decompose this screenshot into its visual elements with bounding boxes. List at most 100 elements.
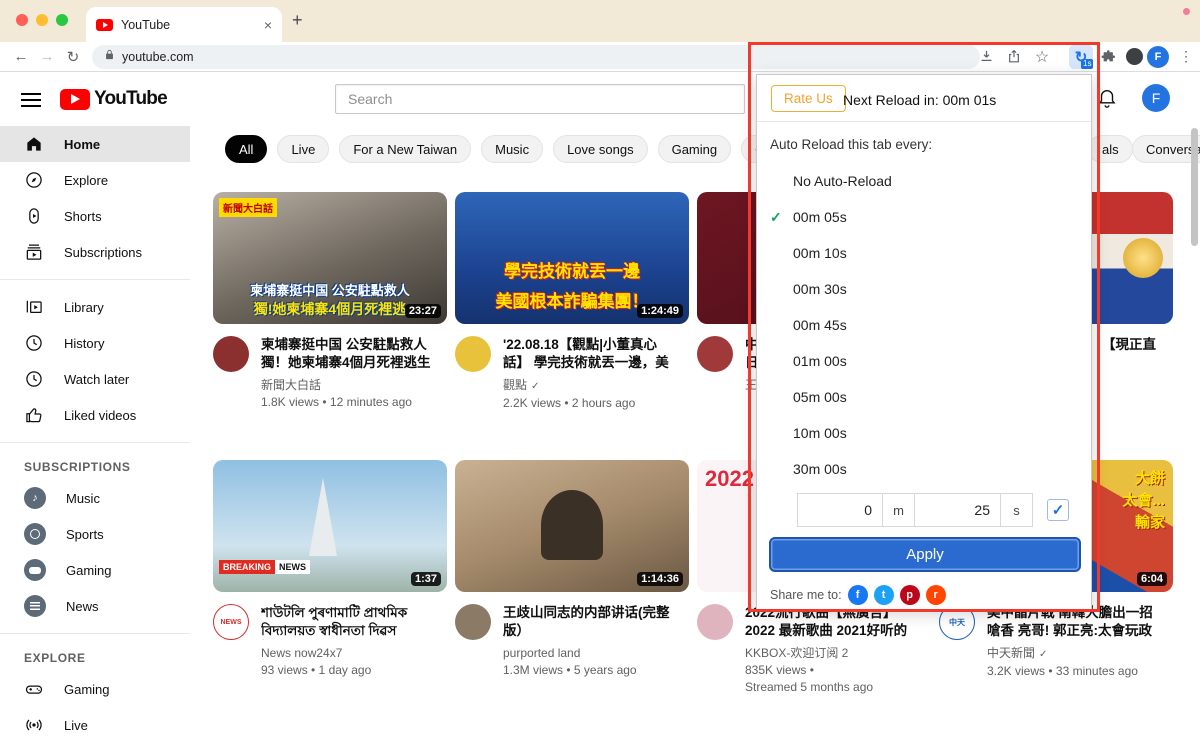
- tab-close-icon[interactable]: ×: [264, 18, 272, 32]
- chip-conversations[interactable]: Conversat: [1132, 135, 1200, 163]
- channel-name[interactable]: News now24x7: [261, 645, 435, 662]
- reload-button[interactable]: ↻: [60, 42, 86, 71]
- video-card[interactable]: 學完技術就丟一邊 美國根本詐騙集團！ 1:24:49 '22.08.18【觀點|…: [455, 192, 689, 412]
- channel-name[interactable]: KKBOX-欢迎订阅 2: [745, 645, 919, 662]
- video-card[interactable]: 1:14:36 王歧山同志的内部讲话(完整版） purported land 1…: [455, 460, 689, 696]
- sidebar-item-history[interactable]: History: [0, 325, 190, 361]
- chip-all[interactable]: All: [225, 135, 267, 163]
- sidebar-channel-music[interactable]: ♪ Music: [0, 480, 190, 516]
- video-title[interactable]: শাউটলি পুৰণামাটি প্ৰাথমিক বিদ্যালয়ত স্ব…: [261, 604, 435, 640]
- sidebar-channel-gaming[interactable]: Gaming: [0, 552, 190, 588]
- sidebar-item-home[interactable]: Home: [0, 126, 190, 162]
- sidebar-item-shorts[interactable]: Shorts: [0, 198, 190, 234]
- reddit-icon[interactable]: r: [926, 585, 946, 605]
- video-thumbnail[interactable]: 1:14:36: [455, 460, 689, 592]
- pinterest-icon[interactable]: p: [900, 585, 920, 605]
- new-tab-button[interactable]: +: [292, 10, 303, 31]
- selected-check-icon: ✓: [770, 209, 782, 226]
- video-card[interactable]: BREAKINGNEWS 1:37 NEWS শাউটলি পুৰণামাটি …: [213, 460, 447, 696]
- reload-option-1m[interactable]: 01m 00s: [757, 343, 1093, 379]
- forward-button[interactable]: →: [34, 42, 60, 71]
- browser-menu-icon[interactable]: ⋮: [1172, 42, 1200, 71]
- screen: YouTube × + ← → ↻ youtube.com ☆ ↻ 1s F ⋮…: [0, 0, 1200, 750]
- extensions-puzzle-icon[interactable]: [1094, 42, 1122, 71]
- channel-avatar[interactable]: [455, 336, 491, 372]
- share-icon[interactable]: [1000, 42, 1028, 71]
- youtube-user-avatar[interactable]: F: [1142, 84, 1170, 112]
- reload-option-none[interactable]: No Auto-Reload: [757, 163, 1093, 199]
- bookmark-star-icon[interactable]: ☆: [1028, 42, 1056, 71]
- address-bar[interactable]: youtube.com: [92, 45, 980, 69]
- site-lock-icon: [104, 48, 115, 66]
- reload-option-5s[interactable]: ✓00m 05s: [757, 199, 1093, 235]
- youtube-favicon: [96, 19, 113, 31]
- browser-tab[interactable]: YouTube ×: [86, 7, 282, 42]
- channel-name[interactable]: 觀點✓: [503, 377, 677, 395]
- chip-love-songs[interactable]: Love songs: [553, 135, 648, 163]
- sidebar-explore-live[interactable]: Live: [0, 707, 190, 743]
- sidebar-channel-sports[interactable]: Sports: [0, 516, 190, 552]
- custom-interval-checkbox[interactable]: ✓: [1047, 499, 1069, 521]
- custom-minutes-input[interactable]: [797, 493, 883, 527]
- video-title[interactable]: 柬埔寨挺中国 公安駐點救人 獨！她柬埔寨4個月死裡逃生 ...: [261, 336, 435, 372]
- youtube-logo[interactable]: YouTube: [60, 88, 167, 110]
- reload-option-5m[interactable]: 05m 00s: [757, 379, 1093, 415]
- search-input[interactable]: [335, 84, 745, 114]
- watch-later-clock-icon: [24, 369, 44, 389]
- chip-partial[interactable]: als: [1088, 135, 1133, 163]
- video-meta-2: Streamed 5 months ago: [745, 679, 919, 696]
- apply-button[interactable]: Apply: [769, 537, 1081, 572]
- channel-avatar[interactable]: [455, 604, 491, 640]
- gaming-channel-avatar: [24, 559, 46, 581]
- sidebar: Home Explore Shorts Subscriptions Librar…: [0, 126, 190, 750]
- notifications-bell-icon[interactable]: [1096, 87, 1118, 114]
- chip-music[interactable]: Music: [481, 135, 543, 163]
- sidebar-item-explore[interactable]: Explore: [0, 162, 190, 198]
- reload-option-10s[interactable]: 00m 10s: [757, 235, 1093, 271]
- minimize-window-button[interactable]: [36, 14, 48, 26]
- video-title[interactable]: '22.08.18【觀點|小董真心話】 學完技術就丟一邊，美國根本...: [503, 336, 677, 372]
- channel-name[interactable]: purported land: [503, 645, 677, 662]
- reload-option-30m[interactable]: 30m 00s: [757, 451, 1093, 487]
- chip-gaming[interactable]: Gaming: [658, 135, 732, 163]
- verified-check-icon: ✓: [1039, 649, 1047, 660]
- video-title[interactable]: 王歧山同志的内部讲话(完整版）: [503, 604, 677, 640]
- chip-live[interactable]: Live: [277, 135, 329, 163]
- twitter-icon[interactable]: t: [874, 585, 894, 605]
- facebook-icon[interactable]: f: [848, 585, 868, 605]
- channel-name[interactable]: 中天新聞✓: [987, 645, 1161, 663]
- video-thumbnail[interactable]: BREAKINGNEWS 1:37: [213, 460, 447, 592]
- chip-for-a-new-taiwan[interactable]: For a New Taiwan: [339, 135, 471, 163]
- close-window-button[interactable]: [16, 14, 28, 26]
- sidebar-channel-news[interactable]: News: [0, 588, 190, 624]
- sidebar-explore-gaming[interactable]: Gaming: [0, 671, 190, 707]
- video-thumbnail[interactable]: 新聞大白話 柬埔寨挺中国 公安駐點救人 獨!她柬埔寨4個月死裡逃 23:27: [213, 192, 447, 324]
- menu-hamburger-icon[interactable]: [21, 93, 41, 111]
- thumbs-up-icon: [24, 405, 44, 425]
- popup-heading: Auto Reload this tab every:: [770, 137, 932, 152]
- zoom-window-button[interactable]: [56, 14, 68, 26]
- channel-avatar[interactable]: [213, 336, 249, 372]
- channel-avatar[interactable]: [697, 336, 733, 372]
- back-button[interactable]: ←: [8, 42, 34, 71]
- download-icon[interactable]: [972, 42, 1000, 71]
- reload-option-30s[interactable]: 00m 30s: [757, 271, 1093, 307]
- channel-avatar[interactable]: NEWS: [213, 604, 249, 640]
- custom-seconds-input[interactable]: [915, 493, 1001, 527]
- sidebar-item-library[interactable]: Library: [0, 289, 190, 325]
- rate-us-button[interactable]: Rate Us: [771, 85, 846, 112]
- video-thumbnail[interactable]: 學完技術就丟一邊 美國根本詐騙集團！ 1:24:49: [455, 192, 689, 324]
- browser-toolbar: ← → ↻ youtube.com ☆ ↻ 1s F ⋮: [0, 42, 1200, 72]
- darkmode-extension-icon[interactable]: [1120, 42, 1148, 71]
- scrollbar-thumb[interactable]: [1191, 128, 1198, 246]
- reload-option-45s[interactable]: 00m 45s: [757, 307, 1093, 343]
- reload-option-10m[interactable]: 10m 00s: [757, 415, 1093, 451]
- channel-avatar[interactable]: [697, 604, 733, 640]
- video-card[interactable]: 新聞大白話 柬埔寨挺中国 公安駐點救人 獨!她柬埔寨4個月死裡逃 23:27 柬…: [213, 192, 447, 412]
- duration-badge: 23:27: [405, 304, 441, 318]
- sidebar-item-liked-videos[interactable]: Liked videos: [0, 397, 190, 433]
- sidebar-item-subscriptions[interactable]: Subscriptions: [0, 234, 190, 270]
- browser-profile-avatar[interactable]: F: [1147, 46, 1169, 68]
- channel-name[interactable]: 新聞大白話: [261, 377, 435, 394]
- sidebar-item-watch-later[interactable]: Watch later: [0, 361, 190, 397]
